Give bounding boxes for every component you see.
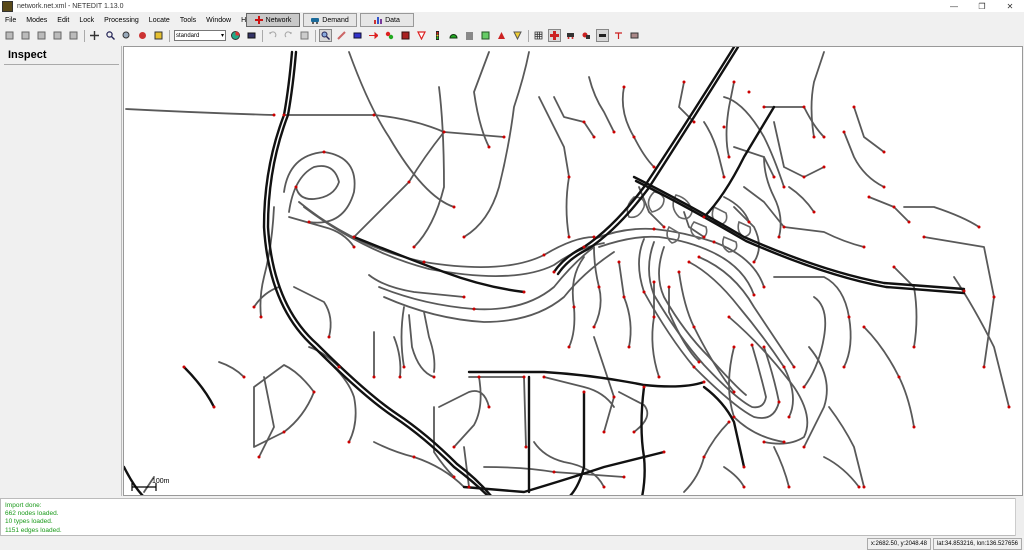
status-position: x:2682.50, y:2048.48 — [866, 537, 931, 550]
save-all-icon[interactable] — [51, 29, 64, 42]
route-toggle-icon[interactable] — [580, 29, 593, 42]
grid-toggle-icon[interactable] — [532, 29, 545, 42]
console-line: 662 nodes loaded. — [5, 510, 59, 518]
wire-mode-icon[interactable] — [511, 29, 524, 42]
new-network-icon[interactable] — [3, 29, 16, 42]
taz-mode-icon[interactable] — [479, 29, 492, 42]
undo-icon[interactable] — [266, 29, 279, 42]
recenter-view-icon[interactable] — [88, 29, 101, 42]
edge-mode-icon[interactable] — [383, 29, 396, 42]
message-console: Import done: 662 nodes loaded. 10 types … — [0, 498, 1016, 536]
network-map[interactable] — [124, 47, 1023, 496]
close-button[interactable]: ✕ — [996, 0, 1024, 12]
status-bar: x:2682.50, y:2048.48 lat:34.853216, lon:… — [0, 537, 1024, 550]
undo-list-icon[interactable] — [298, 29, 311, 42]
toolbar-separator — [169, 29, 170, 42]
connection-mode-icon[interactable] — [399, 29, 412, 42]
toolbar: standard ▾ — [0, 28, 1024, 43]
open-network-icon[interactable] — [19, 29, 32, 42]
tab-data[interactable]: Data — [360, 13, 414, 27]
edit-viewport-icon[interactable] — [245, 29, 258, 42]
locate-junction-icon[interactable] — [120, 29, 133, 42]
color-scheme-value: standard — [176, 32, 200, 39]
crossing-mode-icon[interactable] — [463, 29, 476, 42]
menu-modes[interactable]: Modes — [21, 17, 52, 24]
inspect-panel-title: Inspect — [4, 46, 119, 65]
console-scrollbar[interactable] — [1015, 498, 1024, 536]
menu-locate[interactable]: Locate — [144, 17, 175, 24]
road-edges[interactable] — [125, 51, 1010, 493]
vehicle-toggle-icon[interactable] — [564, 29, 577, 42]
toolbar-separator — [84, 29, 85, 42]
console-line: 1151 edges loaded. — [5, 526, 62, 534]
data-icon — [374, 17, 383, 24]
zoom-icon[interactable] — [104, 29, 117, 42]
select-mode-icon[interactable] — [351, 29, 364, 42]
title-bar: network.net.xml - NETEDIT 1.13.0 — ❐ ✕ — [0, 0, 1024, 12]
menu-file[interactable]: File — [0, 17, 21, 24]
menu-edit[interactable]: Edit — [52, 17, 74, 24]
additional-mode-icon[interactable] — [447, 29, 460, 42]
toolbar-separator — [528, 29, 529, 42]
tab-demand-label: Demand — [322, 16, 349, 24]
minimize-button[interactable]: — — [940, 0, 968, 12]
junction-nodes[interactable] — [182, 80, 1011, 489]
console-line: Import done: — [5, 502, 42, 509]
prohibition-mode-icon[interactable] — [415, 29, 428, 42]
console-line: 10 types loaded. — [5, 518, 53, 526]
edit-coloring-icon[interactable] — [229, 29, 242, 42]
menu-bar: File Modes Edit Lock Processing Locate T… — [0, 13, 1024, 27]
delete-mode-icon[interactable] — [335, 29, 348, 42]
tab-data-label: Data — [385, 16, 400, 24]
tab-network[interactable]: Network — [246, 13, 300, 27]
locate-edge-icon[interactable] — [136, 29, 149, 42]
scale-bar-label: 100m — [152, 478, 170, 485]
status-geo-coordinates: lat:34.853216, lon:136.527656 — [932, 537, 1022, 550]
netedit-app-icon — [2, 0, 13, 12]
tab-demand[interactable]: Demand — [303, 13, 357, 27]
merge-junctions-toggle-icon[interactable] — [596, 29, 609, 42]
supermode-tabs: Network Demand Data — [246, 13, 417, 27]
demand-icon — [311, 18, 320, 24]
network-icon — [254, 16, 263, 24]
toolbar-separator — [262, 29, 263, 42]
menu-window[interactable]: Window — [201, 17, 236, 24]
redo-icon[interactable] — [282, 29, 295, 42]
tab-network-label: Network — [265, 16, 292, 24]
inspect-panel: Inspect — [2, 46, 122, 496]
save-as-icon[interactable] — [67, 29, 80, 42]
network-canvas[interactable]: 100m — [123, 46, 1023, 496]
shape-mode-icon[interactable] — [495, 29, 508, 42]
toolbar-separator — [315, 29, 316, 42]
menu-processing[interactable]: Processing — [99, 17, 144, 24]
menu-lock[interactable]: Lock — [74, 17, 99, 24]
tls-mode-icon[interactable] — [431, 29, 444, 42]
locate-tls-icon[interactable] — [152, 29, 165, 42]
change-all-phases-icon[interactable] — [612, 29, 625, 42]
maximize-button[interactable]: ❐ — [968, 0, 996, 12]
window-title: network.net.xml - NETEDIT 1.13.0 — [17, 2, 124, 10]
menu-tools[interactable]: Tools — [175, 17, 201, 24]
move-mode-icon[interactable] — [367, 29, 380, 42]
chevron-down-icon: ▾ — [220, 33, 224, 39]
inspect-mode-icon[interactable] — [319, 29, 332, 42]
color-scheme-select[interactable]: standard ▾ — [174, 30, 226, 41]
show-bubbles-icon[interactable] — [628, 29, 641, 42]
junction-shape-toggle-icon[interactable] — [548, 29, 561, 42]
save-network-icon[interactable] — [35, 29, 48, 42]
